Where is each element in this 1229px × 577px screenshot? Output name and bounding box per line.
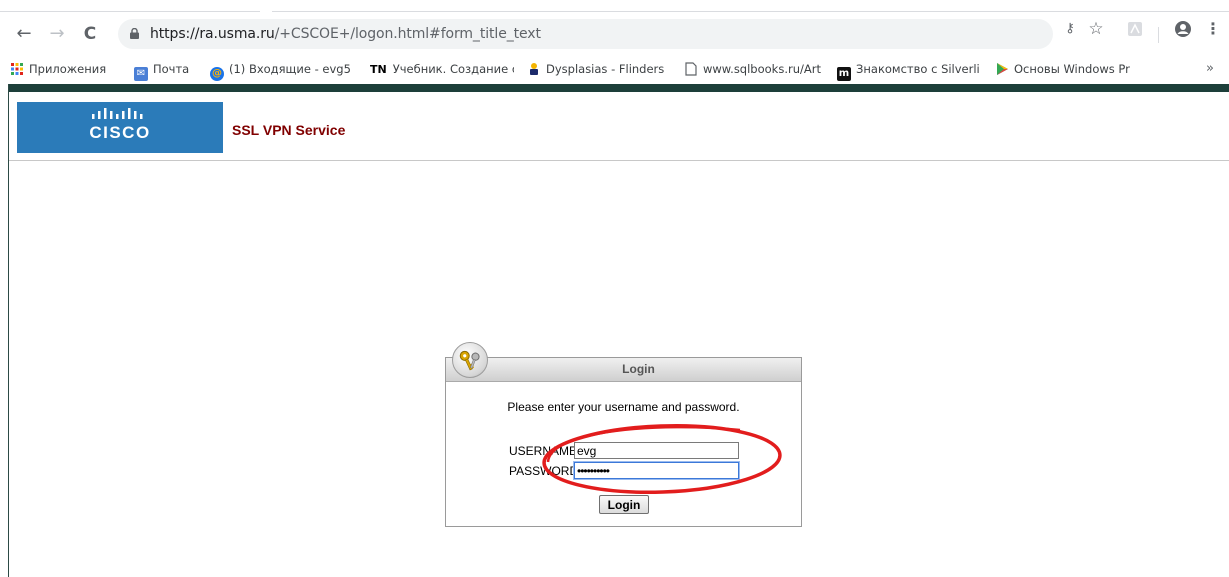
- mail-icon: ✉: [134, 67, 148, 81]
- pdf-extension-icon[interactable]: [1125, 19, 1145, 39]
- bookmark-sqlbooks[interactable]: www.sqlbooks.ru/Arti: [684, 56, 822, 82]
- login-titlebar: Login: [446, 358, 801, 382]
- keys-icon: [452, 342, 488, 378]
- bookmark-apps[interactable]: Приложения: [10, 56, 120, 82]
- lock-icon: [130, 28, 139, 39]
- mailru-icon: @: [210, 67, 224, 81]
- page-icon: [684, 62, 698, 76]
- bookmarks-overflow-button[interactable]: »: [1206, 56, 1222, 82]
- cisco-logo: CISCO: [17, 102, 223, 153]
- login-panel: Login Please enter your username and pas…: [445, 342, 802, 527]
- bookmark-label: Учебник. Создание с: [392, 62, 514, 76]
- login-panel-title: Login: [622, 362, 655, 376]
- bookmark-label: Знакомство с Silverli: [856, 62, 980, 76]
- page-top-band: [9, 84, 1229, 92]
- m-icon: m: [837, 67, 851, 81]
- bookmark-dysplasias[interactable]: Dysplasias - Flinders: [527, 56, 669, 82]
- bookmark-label: Dysplasias - Flinders: [546, 62, 665, 76]
- tn-icon: TN: [370, 63, 387, 76]
- forward-icon[interactable]: →: [45, 22, 69, 46]
- password-label: PASSWORD:: [509, 464, 582, 478]
- url-path: /+CSCOE+/logon.html#form_title_text: [274, 26, 541, 42]
- apps-icon: [10, 62, 24, 76]
- flinders-icon: [527, 62, 541, 76]
- bookmark-mail[interactable]: ✉ Почта: [134, 56, 200, 82]
- bookmark-tutorial[interactable]: TN Учебник. Создание с: [370, 56, 514, 82]
- play-icon: [995, 62, 1009, 76]
- key-icon[interactable]: ⚷: [1060, 19, 1080, 39]
- menu-icon[interactable]: ⋮: [1203, 19, 1223, 39]
- bookmark-label: Основы Windows Pr: [1014, 62, 1130, 76]
- url-host: https://ra.usma.ru: [150, 26, 275, 42]
- login-button[interactable]: Login: [599, 495, 649, 514]
- bookmark-label: Почта: [153, 62, 190, 76]
- page-title: SSL VPN Service: [232, 122, 346, 138]
- profile-icon[interactable]: [1173, 19, 1193, 39]
- tab-strip: [0, 0, 1229, 12]
- star-icon[interactable]: ☆: [1086, 19, 1106, 39]
- address-url[interactable]: https://ra.usma.ru/+CSCOE+/logon.html#fo…: [150, 19, 541, 49]
- bookmark-label: Приложения: [29, 62, 107, 76]
- toolbar-divider: [1158, 27, 1159, 43]
- bookmarks-bar: Приложения ✉ Почта @ (1) Входящие - evg5 T…: [0, 56, 1229, 82]
- reload-icon[interactable]: C: [78, 22, 102, 46]
- bookmark-label: (1) Входящие - evg5: [229, 62, 351, 76]
- username-field[interactable]: [574, 442, 739, 459]
- page-header: CISCO SSL VPN Service: [9, 92, 1229, 161]
- username-label: USERNAME:: [509, 444, 581, 458]
- bookmark-windows[interactable]: Основы Windows Pr: [995, 56, 1137, 82]
- login-instructions: Please enter your username and password.: [507, 400, 740, 414]
- back-icon[interactable]: ←: [12, 22, 36, 46]
- browser-toolbar: ← → C https://ra.usma.ru/+CSCOE+/logon.h…: [0, 12, 1229, 56]
- bookmark-silverlight[interactable]: m Знакомство с Silverli: [837, 56, 982, 82]
- cisco-logo-text: CISCO: [89, 123, 151, 142]
- password-field[interactable]: [574, 462, 739, 479]
- cisco-bars-icon: [92, 108, 143, 119]
- bookmark-label: www.sqlbooks.ru/Arti: [703, 62, 822, 76]
- bookmark-inbox[interactable]: @ (1) Входящие - evg5: [210, 56, 362, 82]
- address-bar[interactable]: https://ra.usma.ru/+CSCOE+/logon.html#fo…: [118, 19, 1053, 49]
